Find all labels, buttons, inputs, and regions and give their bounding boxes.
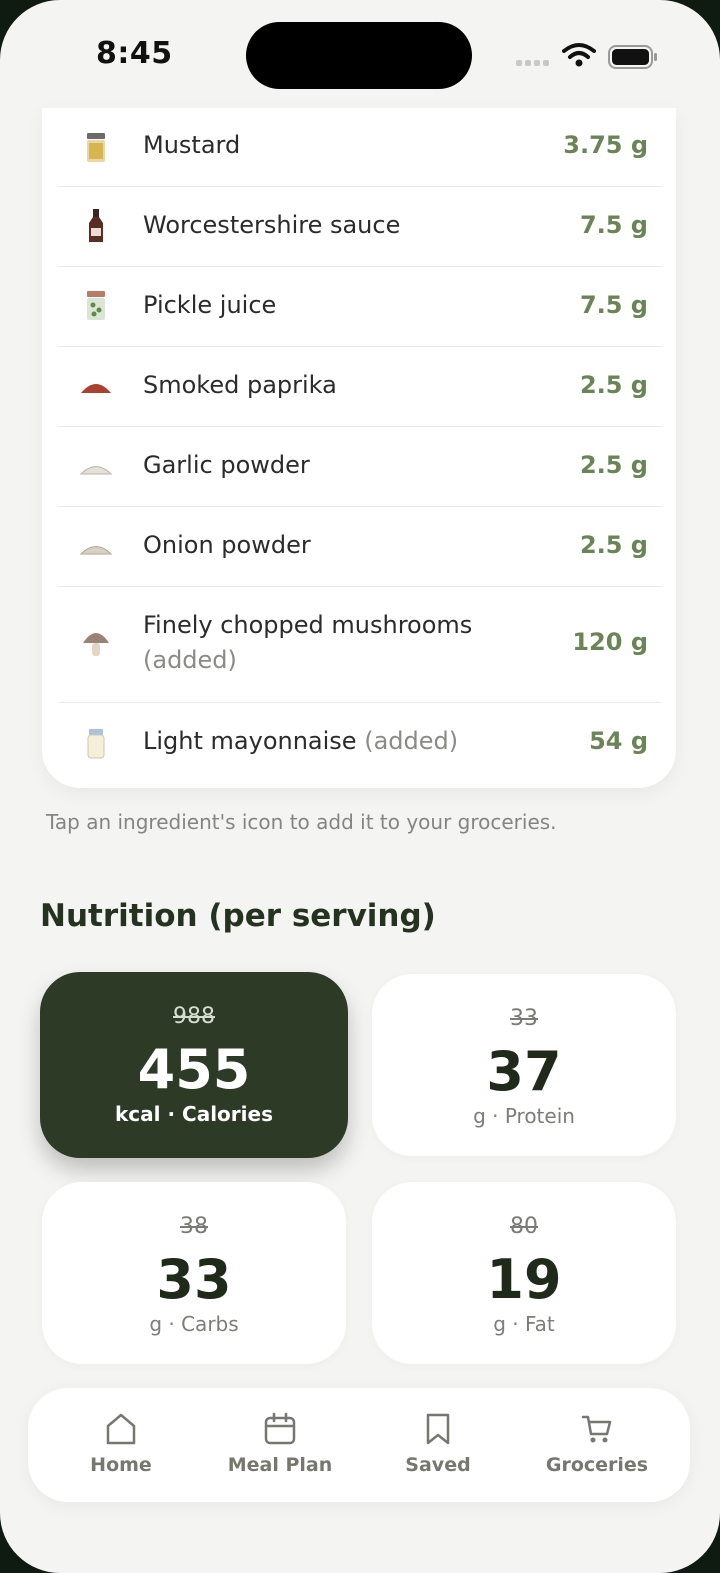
- bottom-tab-bar: Home Meal Plan Saved Groceries: [28, 1388, 690, 1502]
- carbs-previous-value: 38: [180, 1214, 208, 1239]
- calories-card[interactable]: 988 455 kcal · Calories: [40, 972, 348, 1158]
- fat-unit-label: g · Fat: [493, 1312, 555, 1336]
- calories-value: 455: [137, 1038, 251, 1101]
- ingredient-quantity: 7.5 g: [579, 291, 648, 319]
- ingredient-name: Onion powder: [143, 531, 311, 559]
- protein-unit-label: g · Protein: [473, 1104, 575, 1128]
- ingredient-quantity: 3.75 g: [563, 131, 648, 159]
- ingredient-quantity: 2.5 g: [579, 371, 648, 399]
- ingredients-card: Mustard 3.75 g Worcestershire sauce 7.5 …: [42, 108, 676, 788]
- ingredient-row-pickle-juice: Pickle juice 7.5 g: [58, 266, 662, 347]
- paprika-pile-icon[interactable]: [80, 368, 112, 404]
- ingredient-name: Garlic powder: [143, 451, 310, 479]
- tab-label: Home: [90, 1454, 152, 1476]
- ingredient-added-tag: (added): [143, 646, 237, 674]
- carbs-value: 33: [156, 1248, 232, 1311]
- calories-previous-value: 988: [173, 1004, 215, 1029]
- ingredient-quantity: 2.5 g: [579, 531, 648, 559]
- ingredient-quantity: 7.5 g: [579, 211, 648, 239]
- carbs-unit-label: g · Carbs: [149, 1312, 239, 1336]
- mayonnaise-jar-icon[interactable]: [80, 726, 112, 762]
- tab-label: Meal Plan: [227, 1454, 333, 1476]
- ingredient-row-mustard: Mustard 3.75 g: [58, 108, 662, 187]
- ingredient-name: Mustard: [143, 131, 241, 159]
- fat-previous-value: 80: [510, 1214, 538, 1239]
- ingredient-row-mushrooms: Finely chopped mushrooms (added) 120 g: [58, 586, 662, 703]
- wifi-icon: [562, 43, 596, 67]
- powder-pile-icon[interactable]: [80, 450, 112, 486]
- pickle-jar-icon[interactable]: [80, 288, 112, 324]
- tab-groceries[interactable]: Groceries: [522, 1388, 672, 1502]
- fat-value: 19: [486, 1248, 562, 1311]
- calories-unit-label: kcal · Calories: [115, 1102, 273, 1126]
- tab-label: Saved: [405, 1454, 471, 1476]
- protein-value: 37: [486, 1040, 562, 1103]
- home-icon: [106, 1413, 136, 1445]
- cart-icon: [581, 1415, 612, 1443]
- ingredient-name: Finely chopped mushrooms: [143, 611, 473, 639]
- cellular-signal-icon: [516, 60, 549, 66]
- calendar-icon: [264, 1412, 296, 1445]
- ingredient-name: Pickle juice: [143, 291, 277, 319]
- powder-pile-icon[interactable]: [80, 530, 112, 566]
- tab-meal-plan[interactable]: Meal Plan: [205, 1388, 355, 1502]
- ingredient-added-tag: (added): [364, 727, 459, 755]
- ingredient-row-light-mayonnaise: Light mayonnaise (added) 54 g: [58, 702, 662, 782]
- home-indicator: [0, 1540, 720, 1573]
- ingredient-quantity: 54 g: [589, 727, 648, 755]
- fat-card[interactable]: 80 19 g · Fat: [372, 1182, 676, 1364]
- carbs-card[interactable]: 38 33 g · Carbs: [42, 1182, 346, 1364]
- protein-card[interactable]: 33 37 g · Protein: [372, 974, 676, 1156]
- ingredient-row-onion-powder: Onion powder 2.5 g: [58, 506, 662, 587]
- phone-screen: 8:45 Mustard 3.75 g Worcestershire sauce…: [0, 0, 720, 1573]
- status-bar: 8:45: [0, 0, 720, 110]
- ingredient-row-smoked-paprika: Smoked paprika 2.5 g: [58, 346, 662, 427]
- tab-home[interactable]: Home: [46, 1388, 196, 1502]
- dynamic-island: [246, 22, 472, 89]
- groceries-hint: Tap an ingredient's icon to add it to yo…: [46, 810, 557, 834]
- ingredient-row-garlic-powder: Garlic powder 2.5 g: [58, 426, 662, 507]
- sauce-bottle-icon[interactable]: [80, 208, 112, 244]
- ingredient-name: Worcestershire sauce: [143, 211, 401, 239]
- ingredient-name: Smoked paprika: [143, 371, 337, 399]
- protein-previous-value: 33: [510, 1006, 538, 1031]
- bookmark-icon: [426, 1413, 450, 1445]
- ingredient-quantity: 120 g: [572, 628, 648, 656]
- mustard-jar-icon[interactable]: [80, 130, 112, 166]
- ingredient-row-worcestershire: Worcestershire sauce 7.5 g: [58, 186, 662, 267]
- mushroom-icon[interactable]: [80, 626, 112, 662]
- tab-saved[interactable]: Saved: [363, 1388, 513, 1502]
- nutrition-title: Nutrition (per serving): [40, 898, 436, 934]
- ingredient-name: Light mayonnaise: [143, 727, 357, 755]
- battery-icon: [608, 45, 657, 69]
- status-time: 8:45: [96, 36, 173, 71]
- ingredient-quantity: 2.5 g: [579, 451, 648, 479]
- tab-label: Groceries: [545, 1454, 649, 1476]
